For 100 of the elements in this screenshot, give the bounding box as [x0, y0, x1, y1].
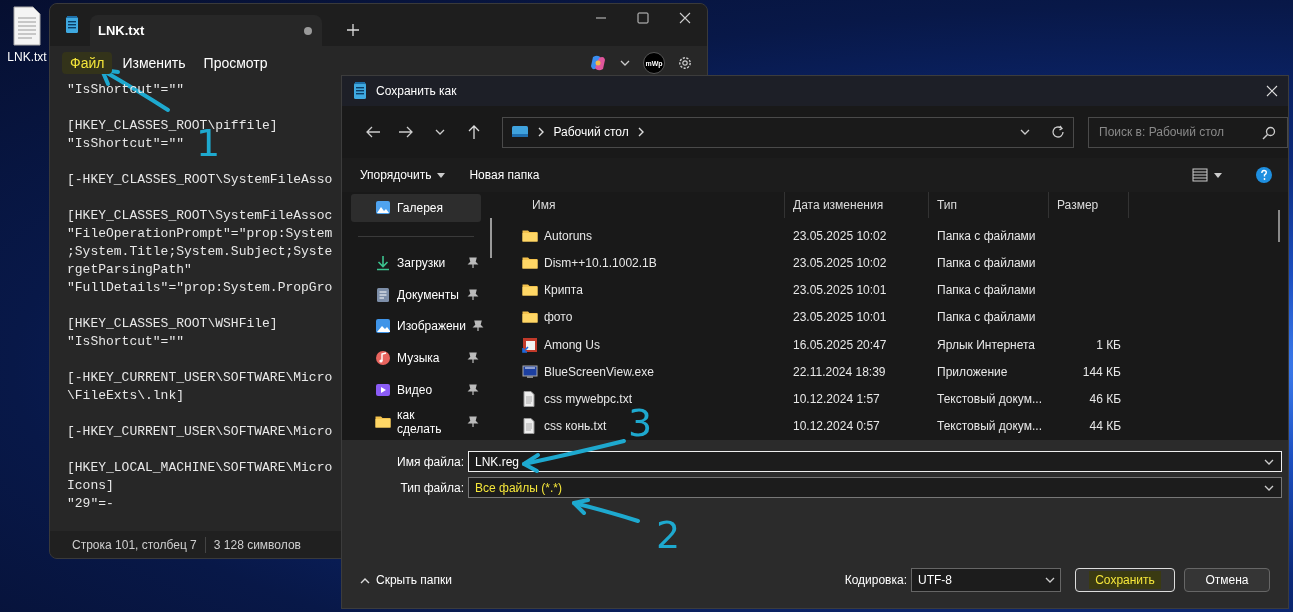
notepad-icon [64, 16, 80, 34]
notepad-icon [352, 82, 368, 100]
file-type: Папка с файлами [936, 283, 1037, 298]
file-date: 10.12.2024 1:57 [792, 392, 881, 407]
close-icon[interactable] [679, 12, 691, 24]
copilot-icon[interactable] [589, 54, 607, 72]
nav-item[interactable]: Изображени [351, 312, 481, 341]
nav-item-label: Изображени [397, 319, 466, 334]
scrollbar-thumb[interactable] [1278, 210, 1280, 242]
field-label: Тип файла: [399, 480, 465, 495]
text-line: [HKEY_CLASSES_ROOT\SystemFileAssoc [67, 207, 333, 225]
file-date: 23.05.2025 10:02 [792, 255, 888, 270]
dialog-title: Сохранить как [376, 84, 457, 98]
picture-icon [375, 318, 391, 335]
nav-item[interactable]: Документы [351, 280, 481, 309]
organize-button[interactable]: Упорядочить [354, 164, 452, 186]
encoding-label: Кодировка: [844, 573, 907, 587]
file-type-dropdown[interactable]: Все файлы (*.*) [468, 477, 1282, 498]
file-name[interactable]: css конь.txt [544, 419, 607, 434]
pin-icon [467, 256, 479, 269]
file-name[interactable]: Dism++10.1.1002.1B [544, 255, 657, 270]
file-name-field[interactable]: LNK.reg [468, 451, 1282, 472]
file-type: Текстовый докум... [936, 419, 1043, 434]
nav-item-label: Документы [397, 287, 459, 302]
up-arrow-icon[interactable] [466, 124, 481, 140]
file-name[interactable]: css mywebpc.txt [544, 392, 633, 407]
scrollbar-thumb[interactable] [490, 218, 492, 258]
refresh-icon[interactable] [1051, 125, 1065, 139]
file-name[interactable]: Among Us [544, 337, 601, 352]
caret-down-icon [437, 172, 446, 178]
text-line: "FileOperationPrompt"="prop:System [67, 225, 333, 243]
text-line: "FullDetails"="prop:System.PropGro [67, 279, 333, 297]
settings-icon[interactable] [677, 55, 693, 71]
file-date: 16.05.2025 20:47 [792, 337, 888, 352]
chevron-right-icon[interactable] [636, 127, 645, 137]
text-line: Icons] [67, 477, 114, 495]
unsaved-dot [304, 26, 312, 35]
close-icon[interactable] [1266, 85, 1278, 97]
file-type: Приложение [936, 364, 1009, 379]
cancel-button[interactable]: Отмена [1184, 568, 1270, 592]
menu-item[interactable]: Просмотр [195, 52, 276, 74]
gallery-icon [375, 199, 391, 216]
text-file-icon[interactable] [12, 6, 42, 46]
pin-icon [467, 288, 479, 301]
maximize-icon[interactable] [637, 12, 649, 24]
address-bar[interactable]: Рабочий стол [502, 116, 1074, 148]
menu-item[interactable]: Изменить [114, 52, 194, 74]
text-line: "IsShortcut"="" [67, 135, 185, 153]
tab[interactable]: LNK.txt [90, 15, 322, 46]
back-arrow-icon[interactable] [364, 125, 381, 139]
file-name[interactable]: фото [544, 310, 573, 325]
file-date: 23.05.2025 10:01 [792, 310, 888, 325]
nav-item[interactable]: как сделать [351, 407, 481, 436]
nav-item[interactable]: Загрузки [351, 248, 481, 277]
column-header[interactable]: Размер [1049, 192, 1129, 218]
breadcrumb[interactable]: Рабочий стол [553, 125, 629, 139]
forward-arrow-icon[interactable] [398, 125, 415, 139]
chevron-right-icon[interactable] [537, 127, 546, 137]
file-name[interactable]: BlueScreenView.exe [544, 364, 654, 379]
video-icon [375, 382, 391, 399]
file-size: 44 КБ [1088, 419, 1122, 434]
download-icon [375, 254, 391, 271]
nav-item-label: Музыка [397, 351, 440, 366]
music-icon [375, 350, 391, 367]
nav-item[interactable]: Галерея [351, 194, 481, 222]
file-size: 144 КБ [1081, 364, 1122, 379]
column-header[interactable]: Дата изменения [785, 192, 929, 218]
menu-item[interactable]: Файл [62, 52, 113, 74]
column-header[interactable]: Тип [929, 192, 1049, 218]
text-line: [HKEY_LOCAL_MACHINE\SOFTWARE\Micro [67, 459, 333, 477]
encoding-dropdown[interactable]: UTF-8 [911, 568, 1061, 592]
desktop-icon-label[interactable]: LNK.txt [7, 50, 47, 64]
search-field[interactable]: Поиск в: Рабочий стол [1088, 116, 1288, 148]
nav-item-label: Загрузки [397, 255, 446, 270]
list-view-icon [1192, 168, 1208, 182]
nav-item[interactable]: Видео [351, 376, 481, 404]
text-file-icon [522, 418, 538, 435]
pin-icon [471, 320, 484, 333]
folder-icon [522, 282, 538, 299]
file-name[interactable]: Крипта [544, 283, 583, 298]
field-label: Имя файла: [396, 454, 465, 469]
folder-icon [522, 309, 538, 326]
hide-folders-button[interactable]: Скрыть папки [354, 572, 458, 588]
save-button[interactable]: Сохранить [1075, 568, 1175, 592]
help-icon[interactable] [1256, 167, 1272, 183]
column-header[interactable]: Имя [512, 192, 785, 218]
text-line: rgetParsingPath" [67, 261, 192, 279]
pin-icon [467, 415, 479, 428]
new-folder-button[interactable]: Новая папка [463, 164, 546, 186]
text-line: [-HKEY_CLASSES_ROOT\SystemFileAsso [67, 171, 333, 189]
file-type: Папка с файлами [936, 310, 1037, 325]
document-icon [375, 286, 391, 303]
status-text: Строка 101, столбец 7 [72, 537, 197, 552]
text-file-icon [522, 391, 538, 408]
annotation-number: 2 [656, 513, 681, 557]
pin-icon [467, 352, 479, 365]
nav-item-label: как сделать [397, 407, 443, 436]
file-name[interactable]: Autoruns [544, 228, 593, 243]
plus-icon[interactable] [346, 23, 360, 37]
nav-item[interactable]: Музыка [351, 344, 481, 373]
